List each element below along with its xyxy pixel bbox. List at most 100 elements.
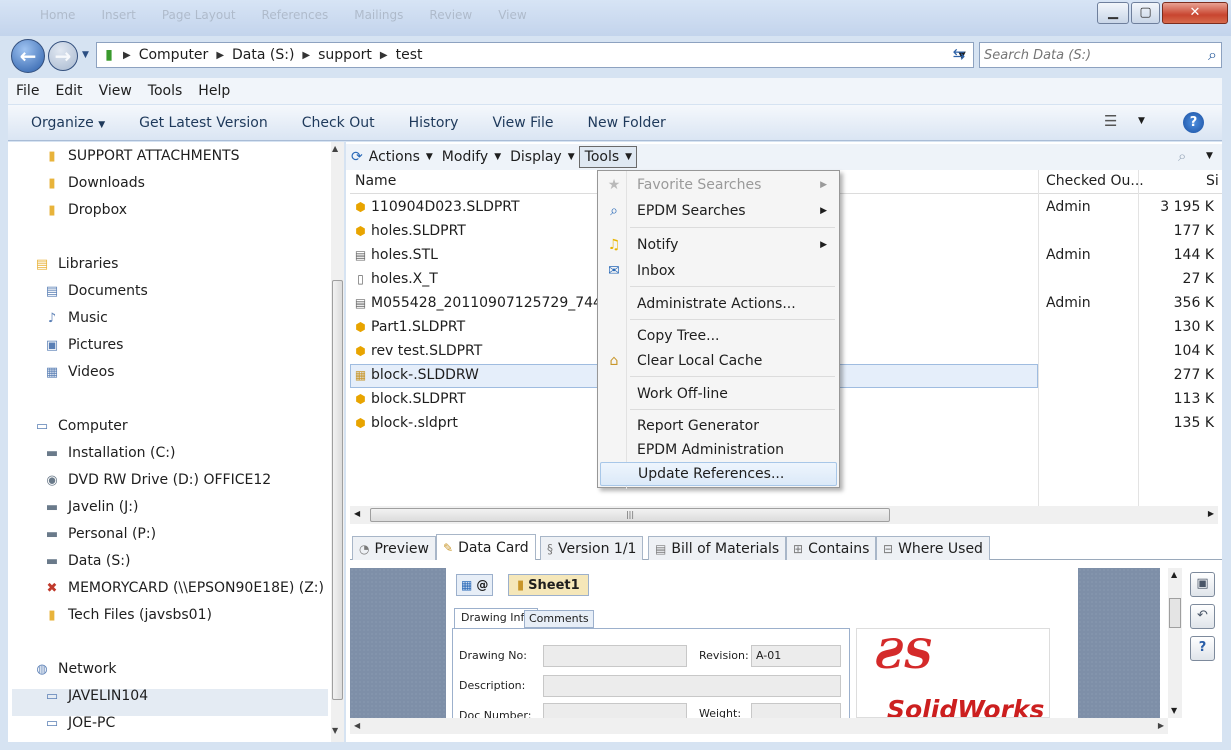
tab-contains[interactable]: ⊞ Contains	[786, 536, 877, 560]
menu-help[interactable]: Help	[190, 83, 238, 99]
drawing-no-field[interactable]	[543, 645, 687, 667]
nav-item-javelin104[interactable]: ▭ JAVELIN104	[42, 684, 148, 708]
column-name[interactable]: Name	[355, 173, 396, 189]
check-out-button[interactable]: Check Out	[285, 115, 392, 131]
revision-field[interactable]: A-01	[751, 645, 841, 667]
scroll-left-icon[interactable]: ◀	[354, 721, 360, 730]
menu-edit[interactable]: Edit	[47, 83, 90, 99]
tab-bill-of-materials[interactable]: ▤ Bill of Materials	[648, 536, 787, 560]
menu-item-clear-local-cache[interactable]: ⌂ Clear Local Cache	[600, 349, 837, 373]
scroll-right-icon[interactable]: ▶	[1208, 509, 1214, 518]
help-icon[interactable]: ?	[1183, 112, 1204, 133]
save-icon[interactable]: ▣	[1190, 572, 1215, 597]
get-latest-version-button[interactable]: Get Latest Version	[122, 115, 285, 131]
breadcrumb-data-drive[interactable]: Data (S:)	[226, 47, 300, 63]
back-button[interactable]: ←	[11, 39, 45, 73]
modify-menu[interactable]: Modify ▼	[437, 149, 505, 165]
breadcrumb-separator-icon[interactable]: ▶	[378, 50, 390, 61]
chevron-down-icon[interactable]: ▼	[1138, 116, 1145, 126]
nav-item-downloads[interactable]: ▮ Downloads	[42, 171, 144, 195]
data-card-scrollbar[interactable]: ▲ ▼	[1168, 568, 1182, 718]
tab-version[interactable]: § Version 1/1	[540, 536, 644, 560]
nav-computer[interactable]: ▭ Computer	[32, 414, 128, 438]
scrollbar-thumb[interactable]	[332, 280, 343, 700]
description-field[interactable]	[543, 675, 841, 697]
menu-item-epdm-administration[interactable]: EPDM Administration	[600, 438, 837, 462]
scrollbar-thumb[interactable]: |||	[370, 508, 890, 522]
menu-tools[interactable]: Tools	[140, 83, 191, 99]
minimize-button[interactable]: ▁	[1097, 2, 1129, 24]
breadcrumb-separator-icon[interactable]: ▶	[300, 50, 312, 61]
menu-item-inbox[interactable]: ✉ Inbox	[600, 259, 837, 283]
history-dropdown-icon[interactable]: ▼	[82, 50, 89, 60]
undo-icon[interactable]: ↶	[1190, 604, 1215, 629]
refresh-icon[interactable]: ⇆	[946, 45, 972, 65]
menu-item-work-offline[interactable]: Work Off-line	[600, 382, 837, 406]
tab-data-card[interactable]: ✎ Data Card	[436, 534, 536, 560]
scroll-down-icon[interactable]: ▼	[1171, 706, 1177, 715]
new-folder-button[interactable]: New Folder	[571, 115, 683, 131]
menu-file[interactable]: File	[8, 83, 47, 99]
nav-item-videos[interactable]: ▦ Videos	[42, 360, 115, 384]
maximize-button[interactable]: ▢	[1131, 2, 1160, 24]
menu-item-epdm-searches[interactable]: ⌕ EPDM Searches ▶	[600, 199, 837, 223]
tools-menu[interactable]: Tools ▼	[578, 146, 638, 168]
view-options-icon[interactable]: ☰	[1104, 112, 1117, 130]
menu-item-copy-tree[interactable]: Copy Tree...	[600, 324, 837, 348]
search-icon[interactable]: ⌕	[1178, 147, 1186, 165]
scroll-up-icon[interactable]: ▲	[332, 144, 338, 153]
nav-item-javelin-j[interactable]: ▬ Javelin (J:)	[42, 495, 139, 519]
nav-item-support-attachments[interactable]: ▮ SUPPORT ATTACHMENTS	[42, 144, 239, 168]
nav-item-documents[interactable]: ▤ Documents	[42, 279, 148, 303]
menu-item-favorite-searches[interactable]: ★ Favorite Searches ▶	[600, 173, 837, 197]
address-bar[interactable]: ▮ ▶ Computer ▶ Data (S:) ▶ support ▶ tes…	[96, 42, 974, 68]
list-horizontal-scrollbar[interactable]: ◀ ||| ▶	[350, 506, 1218, 524]
scroll-left-icon[interactable]: ◀	[354, 509, 360, 518]
data-card-at-tab[interactable]: ▦ @	[456, 574, 494, 596]
menu-item-update-references[interactable]: Update References...	[600, 462, 837, 486]
organize-button[interactable]: Organize ▼	[8, 115, 122, 131]
column-size[interactable]: Si	[1206, 173, 1219, 189]
help-icon[interactable]: ?	[1190, 636, 1215, 661]
data-card-sheet-tab[interactable]: ▮ Sheet1	[508, 574, 589, 596]
scrollbar-thumb[interactable]	[1169, 598, 1181, 628]
search-input[interactable]	[984, 46, 1194, 64]
menu-item-notify[interactable]: ♫ Notify ▶	[600, 233, 837, 257]
tab-comments[interactable]: Comments	[524, 610, 594, 628]
nav-item-personal-p[interactable]: ▬ Personal (P:)	[42, 522, 156, 546]
chevron-down-icon[interactable]: ▼	[1206, 151, 1213, 161]
nav-item-dvd-drive[interactable]: ◉ DVD RW Drive (D:) OFFICE12	[42, 468, 271, 492]
scroll-up-icon[interactable]: ▲	[1171, 570, 1177, 579]
breadcrumb-computer[interactable]: Computer	[133, 47, 215, 63]
nav-network[interactable]: ◍ Network	[32, 657, 116, 681]
forward-button[interactable]: →	[48, 41, 78, 71]
nav-item-music[interactable]: ♪ Music	[42, 306, 108, 330]
menu-item-report-generator[interactable]: Report Generator	[600, 414, 837, 438]
column-checked-out[interactable]: Checked Ou...	[1046, 173, 1144, 189]
scroll-right-icon[interactable]: ▶	[1158, 721, 1164, 730]
nav-scrollbar[interactable]: ▲ ▼	[331, 142, 344, 742]
data-card-horizontal-scrollbar[interactable]: ◀ ▶	[350, 718, 1168, 734]
tab-preview[interactable]: ◔ Preview	[352, 536, 436, 560]
nav-item-joe-pc[interactable]: ▭ JOE-PC	[42, 711, 115, 735]
nav-libraries[interactable]: ▤ Libraries	[32, 252, 119, 276]
nav-item-dropbox[interactable]: ▮ Dropbox	[42, 198, 127, 222]
menu-item-administrate-actions[interactable]: Administrate Actions...	[600, 292, 837, 316]
search-icon[interactable]: ⌕	[1208, 45, 1217, 65]
nav-item-tech-files[interactable]: ▮ Tech Files (javsbs01)	[42, 603, 212, 627]
history-button[interactable]: History	[392, 115, 476, 131]
scroll-down-icon[interactable]: ▼	[332, 726, 338, 735]
breadcrumb-separator-icon[interactable]: ▶	[121, 50, 133, 61]
actions-menu[interactable]: ⟳ Actions ▼	[346, 149, 437, 165]
breadcrumb-test[interactable]: test	[390, 47, 429, 63]
menu-view[interactable]: View	[91, 83, 140, 99]
nav-item-installation-c[interactable]: ▬ Installation (C:)	[42, 441, 176, 465]
nav-item-memorycard-z[interactable]: ✖ MEMORYCARD (\\EPSON90E18E) (Z:)	[42, 576, 324, 600]
display-menu[interactable]: Display ▼	[505, 149, 579, 165]
close-button[interactable]: ✕	[1162, 2, 1228, 24]
breadcrumb-separator-icon[interactable]: ▶	[214, 50, 226, 61]
nav-item-data-s[interactable]: ▬ Data (S:)	[42, 549, 131, 573]
view-file-button[interactable]: View File	[475, 115, 570, 131]
breadcrumb-support[interactable]: support	[312, 47, 378, 63]
search-box[interactable]: ⌕	[979, 42, 1222, 68]
